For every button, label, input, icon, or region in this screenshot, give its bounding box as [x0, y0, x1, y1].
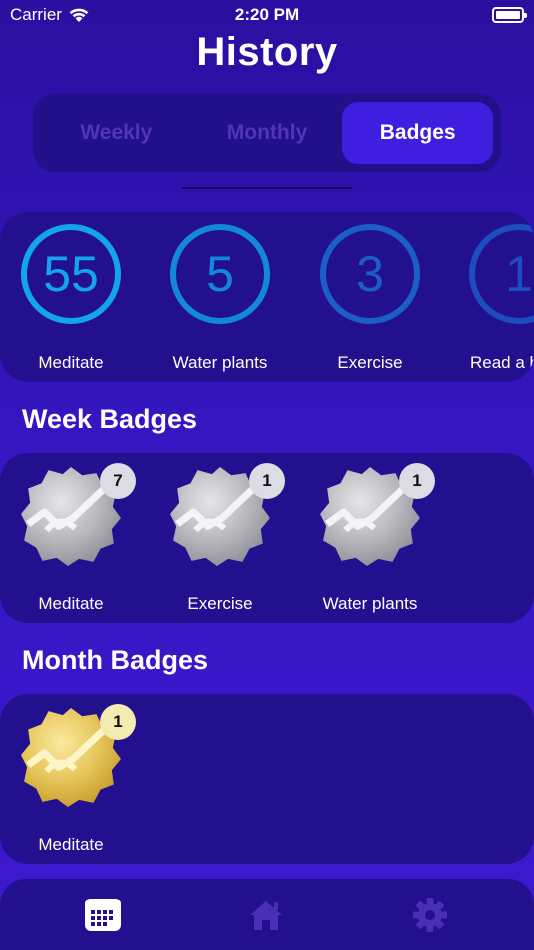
tab-history[interactable] — [83, 895, 123, 935]
counter-value: 5 — [206, 246, 234, 302]
habit-counters-card[interactable]: 55 Meditate 5 Water plants 3 Exercise 1 … — [0, 212, 534, 382]
counter-label: Meditate — [38, 353, 104, 372]
battery-icon — [492, 7, 527, 23]
status-bar: Carrier 2:20 PM — [0, 0, 534, 30]
counter-ring: 55 — [21, 224, 121, 324]
badge-count: 1 — [399, 463, 435, 499]
section-divider — [182, 187, 352, 189]
tab-settings[interactable] — [410, 895, 450, 935]
history-segmented-control: Weekly Monthly Badges — [33, 94, 501, 172]
counter-water-plants[interactable]: 5 — [170, 224, 270, 324]
month-badge-meditate[interactable]: 1 — [20, 704, 136, 816]
week-badge-water-plants[interactable]: 1 — [319, 463, 435, 575]
badge-label: Meditate — [38, 594, 104, 613]
counter-label: Exercise — [337, 353, 403, 372]
counter-label: Water plants — [172, 353, 268, 372]
week-badges-card: 7 Meditate 1 Exercise 1 Water plants — [0, 453, 534, 623]
counter-read-a-book[interactable]: 1 — [469, 224, 534, 324]
month-badges-card: 1 Meditate — [0, 694, 534, 864]
gear-icon — [413, 898, 447, 932]
badge-label: Meditate — [38, 835, 104, 854]
counter-exercise[interactable]: 3 — [320, 224, 420, 324]
counter-meditate[interactable]: 55 — [21, 224, 121, 324]
segment-badges[interactable]: Badges — [342, 102, 494, 164]
badge-count: 7 — [100, 463, 136, 499]
counter-value: 1 — [505, 246, 533, 302]
badge-label: Exercise — [187, 594, 253, 613]
badge-count: 1 — [249, 463, 285, 499]
segment-weekly[interactable]: Weekly — [41, 102, 192, 164]
tab-home[interactable] — [246, 895, 286, 935]
calendar-icon — [85, 899, 121, 931]
week-badge-exercise[interactable]: 1 — [169, 463, 285, 575]
week-badge-meditate[interactable]: 7 — [20, 463, 136, 575]
counter-ring: 5 — [170, 224, 270, 324]
tab-bar — [0, 879, 534, 950]
counter-ring: 3 — [320, 224, 420, 324]
segment-monthly[interactable]: Monthly — [192, 102, 343, 164]
counter-label: Read a book — [470, 353, 534, 372]
month-badges-title: Month Badges — [22, 645, 208, 675]
page-title: History — [196, 30, 338, 74]
badge-label: Water plants — [322, 594, 418, 613]
week-badges-title: Week Badges — [22, 404, 198, 434]
status-time: 2:20 PM — [234, 5, 300, 24]
badge-count: 1 — [100, 704, 136, 740]
home-icon — [250, 901, 282, 930]
counter-value: 55 — [43, 246, 99, 302]
counter-value: 3 — [356, 246, 384, 302]
counter-ring: 1 — [469, 224, 534, 324]
